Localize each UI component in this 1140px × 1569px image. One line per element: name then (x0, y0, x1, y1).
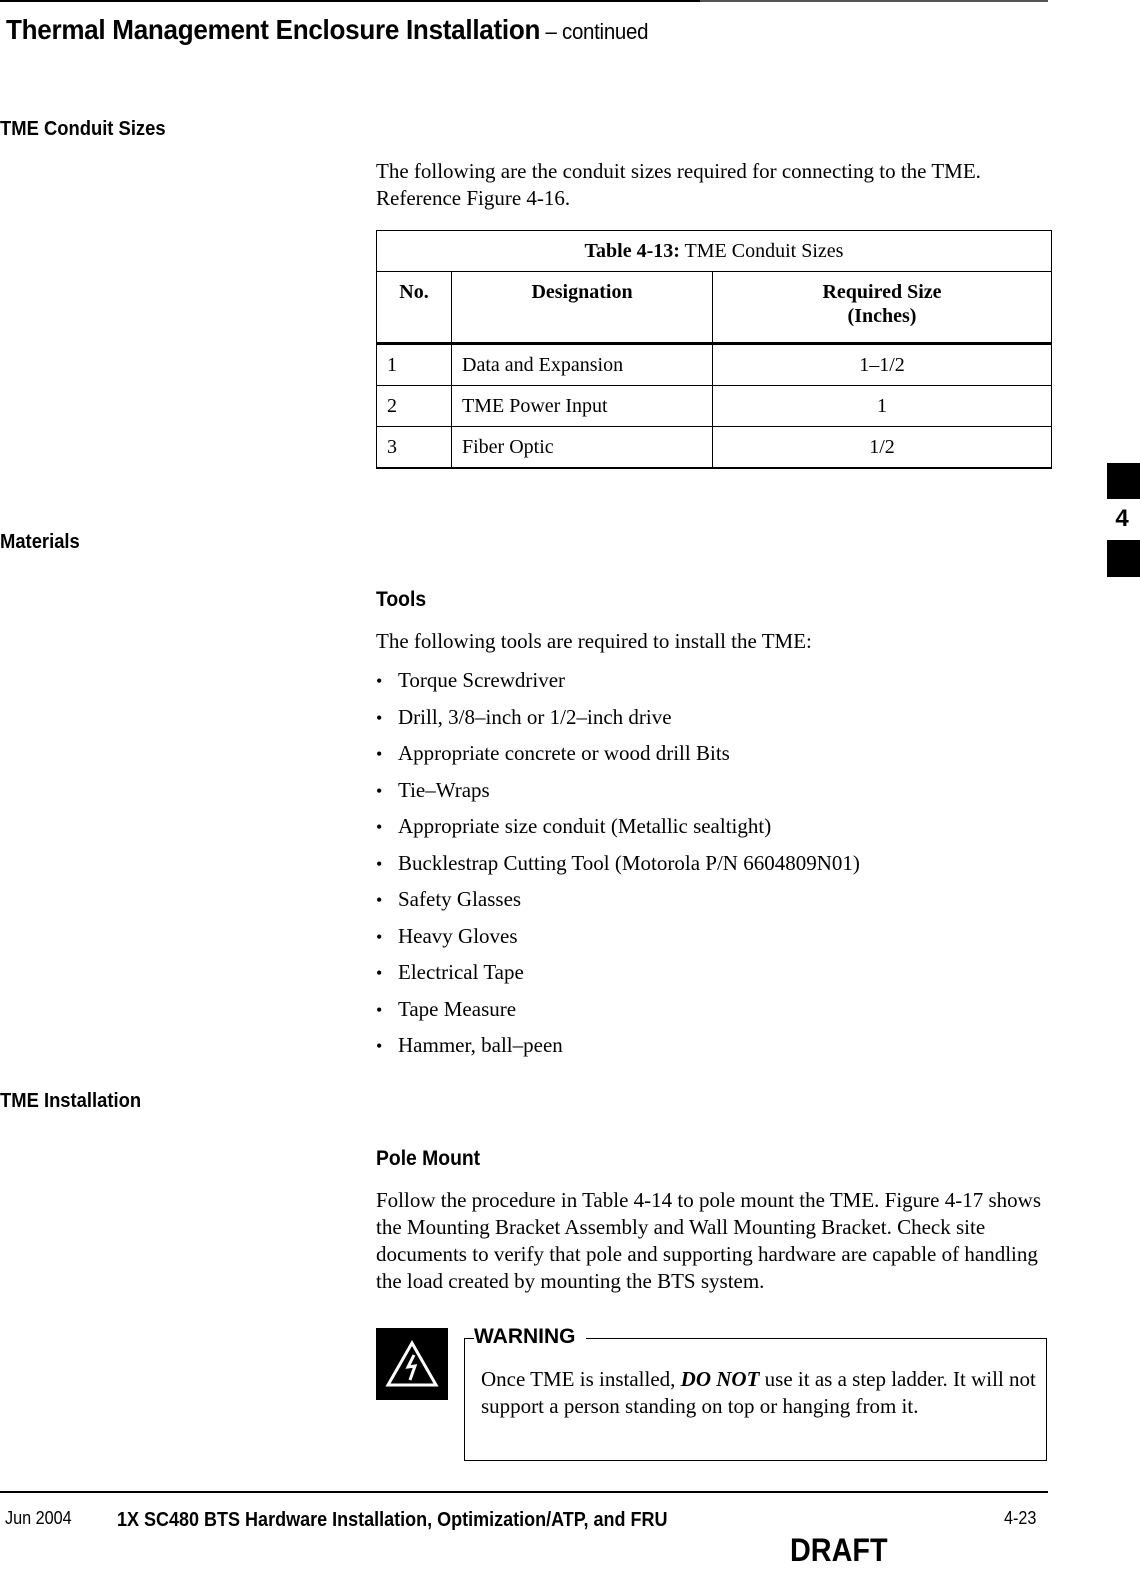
section-heading-materials: Materials (0, 531, 80, 553)
pole-mount-paragraph: Follow the procedure in Table 4-14 to po… (376, 1188, 1041, 1293)
warning-text-before: Once TME is installed, (481, 1367, 681, 1391)
list-item: • Appropriate concrete or wood drill Bits (376, 735, 860, 772)
column-header-no: No. (376, 271, 452, 345)
bullet-icon: • (376, 853, 383, 874)
table-caption-label: Table 4-13: (584, 239, 680, 262)
list-item: • Tie–Wraps (376, 772, 860, 809)
list-item: • Safety Glasses (376, 881, 860, 918)
page-title: Thermal Management Enclosure Installatio… (6, 14, 649, 46)
tool-item-text: Appropriate concrete or wood drill Bits (398, 741, 730, 765)
cell-size: 1–1/2 (712, 343, 1052, 386)
table-row: 3 Fiber Optic 1/2 (376, 426, 1052, 469)
tool-item-text: Tie–Wraps (398, 777, 490, 802)
cell-designation: Fiber Optic (451, 426, 713, 469)
footer-document-title: 1X SC480 BTS Hardware Installation, Opti… (117, 1509, 668, 1531)
table-row: 1 Data and Expansion 1–1/2 (376, 343, 1052, 386)
bullet-icon: • (376, 817, 383, 837)
table-caption-text: TME Conduit Sizes (679, 239, 844, 262)
bullet-icon: • (376, 963, 383, 983)
list-item: • Drill, 3/8–inch or 1/2–inch drive (376, 699, 860, 736)
warning-text-emphasis: DO NOT (680, 1367, 760, 1391)
tool-item-text: Drill, 3/8–inch or 1/2–inch drive (398, 704, 672, 729)
conduit-intro-paragraph: The following are the conduit sizes requ… (376, 159, 981, 210)
tool-item-text: Hammer, ball–peen (398, 1033, 563, 1057)
header-rule-grey (700, 0, 1048, 2)
bullet-icon: • (376, 671, 383, 691)
chapter-tab-marker-top (1107, 463, 1140, 499)
list-item: • Bucklestrap Cutting Tool (Motorola P/N … (376, 845, 860, 882)
table-caption: Table 4-13: TME Conduit Sizes (376, 230, 1052, 272)
footer-date: Jun 2004 (5, 1508, 72, 1528)
list-item: • Electrical Tape (376, 954, 860, 991)
list-item: • Tape Measure (376, 991, 860, 1028)
page-title-continued: – continued (540, 19, 649, 44)
list-item: • Appropriate size conduit (Metallic seal… (376, 808, 860, 845)
tool-item-text: Heavy Gloves (398, 923, 518, 948)
cell-size: 1 (712, 385, 1052, 427)
list-item: • Torque Screwdriver (376, 662, 860, 699)
tool-item-text: Tape Measure (398, 996, 517, 1021)
page-title-text: Thermal Management Enclosure Installatio… (6, 14, 541, 45)
chapter-tab-number: 4 (1115, 505, 1129, 532)
list-item: • Hammer, ball–peen (376, 1027, 860, 1064)
tools-list: • Torque Screwdriver • Drill, 3/8–inch or 1… (376, 662, 860, 1064)
electrical-hazard-icon (376, 1328, 448, 1400)
bullet-icon: • (376, 1036, 383, 1056)
tools-intro-paragraph: The following tools are required to inst… (376, 629, 812, 653)
column-header-required-size: Required Size (Inches) (712, 271, 1052, 345)
footer-draft-status: DRAFT (790, 1532, 888, 1568)
subheading-tools: Tools (376, 588, 427, 611)
cell-designation: TME Power Input (451, 385, 713, 427)
bullet-icon: • (376, 744, 383, 764)
tool-item-text: Bucklestrap Cutting Tool (Motorola P/N 6… (398, 850, 860, 875)
tool-item-text: Torque Screwdriver (398, 668, 566, 692)
column-header-designation: Designation (451, 271, 713, 345)
bullet-icon: • (376, 890, 383, 910)
tool-item-text: Electrical Tape (398, 960, 524, 984)
warning-text: Once TME is installed, DO NOT use it as … (481, 1366, 1041, 1420)
cell-size: 1/2 (712, 426, 1052, 469)
footer-rule (0, 1491, 1048, 1493)
bullet-icon: • (376, 926, 383, 947)
cell-no: 3 (376, 426, 452, 469)
cell-no: 2 (376, 385, 452, 427)
list-item: • Heavy Gloves (376, 918, 860, 955)
column-header-size-line1: Required Size (822, 281, 942, 303)
chapter-tab-marker-bottom (1107, 540, 1140, 577)
cell-no: 1 (376, 343, 452, 386)
bullet-icon: • (376, 780, 383, 801)
section-heading-tme-installation: TME Installation (0, 1090, 142, 1112)
conduit-sizes-table: Table 4-13: TME Conduit Sizes No. Design… (376, 230, 1052, 469)
tool-item-text: Safety Glasses (398, 887, 522, 911)
section-heading-conduit-sizes: TME Conduit Sizes (0, 118, 166, 140)
column-header-size-line2: (Inches) (847, 305, 917, 327)
footer-page-number: 4-23 (1004, 1508, 1037, 1528)
subheading-pole-mount: Pole Mount (376, 1147, 481, 1170)
cell-designation: Data and Expansion (451, 343, 713, 386)
bullet-icon: • (376, 999, 383, 1020)
warning-label: WARNING (474, 1325, 586, 1349)
table-row: 2 TME Power Input 1 (376, 385, 1052, 427)
tool-item-text: Appropriate size conduit (Metallic sealt… (398, 814, 772, 838)
bullet-icon: • (376, 707, 383, 728)
